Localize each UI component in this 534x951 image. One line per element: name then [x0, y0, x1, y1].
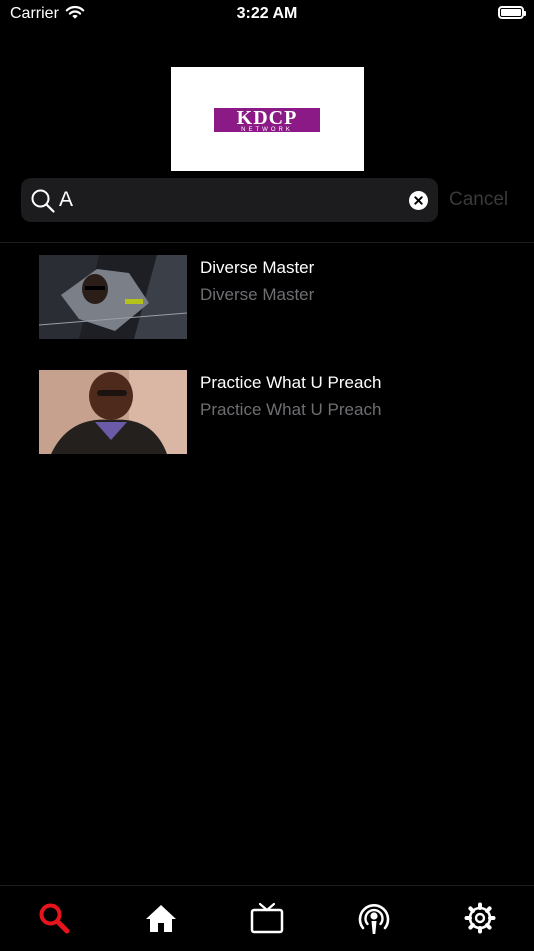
search-icon — [39, 903, 70, 934]
tab-search[interactable] — [34, 900, 74, 936]
status-time: 3:22 AM — [236, 5, 298, 22]
clear-icon[interactable] — [409, 191, 428, 210]
practice-what-u-preach-thumbnail — [39, 370, 187, 454]
list-item[interactable]: Practice What U Preach Practice What U P… — [0, 370, 534, 456]
tab-podcast[interactable] — [354, 900, 394, 936]
diverse-master-thumbnail — [39, 255, 187, 339]
list-item[interactable]: Diverse Master Diverse Master — [0, 255, 534, 341]
battery-level — [501, 9, 521, 16]
tab-tv[interactable] — [247, 900, 287, 936]
item-subtitle: Practice What U Preach — [200, 400, 382, 419]
item-subtitle: Diverse Master — [200, 285, 315, 304]
tv-icon — [250, 902, 284, 934]
search-input[interactable] — [59, 178, 399, 222]
divider — [0, 242, 534, 243]
logo-mark: KDCP NETWORK — [214, 107, 320, 133]
tab-settings[interactable] — [460, 900, 500, 936]
battery-icon — [498, 6, 526, 19]
search-field[interactable] — [21, 178, 438, 222]
logo-subtext: NETWORK — [241, 127, 293, 133]
item-title: Diverse Master — [200, 258, 315, 277]
home-icon — [146, 905, 176, 932]
status-bar: Carrier 3:22 AM — [0, 0, 534, 28]
tab-bar — [0, 885, 534, 951]
item-title: Practice What U Preach — [200, 373, 382, 392]
cancel-button[interactable]: Cancel — [449, 189, 508, 211]
podcast-icon — [358, 904, 390, 934]
tab-home[interactable] — [141, 900, 181, 936]
network-logo: KDCP NETWORK — [171, 67, 364, 171]
search-icon — [30, 188, 56, 219]
gear-icon — [464, 902, 496, 934]
